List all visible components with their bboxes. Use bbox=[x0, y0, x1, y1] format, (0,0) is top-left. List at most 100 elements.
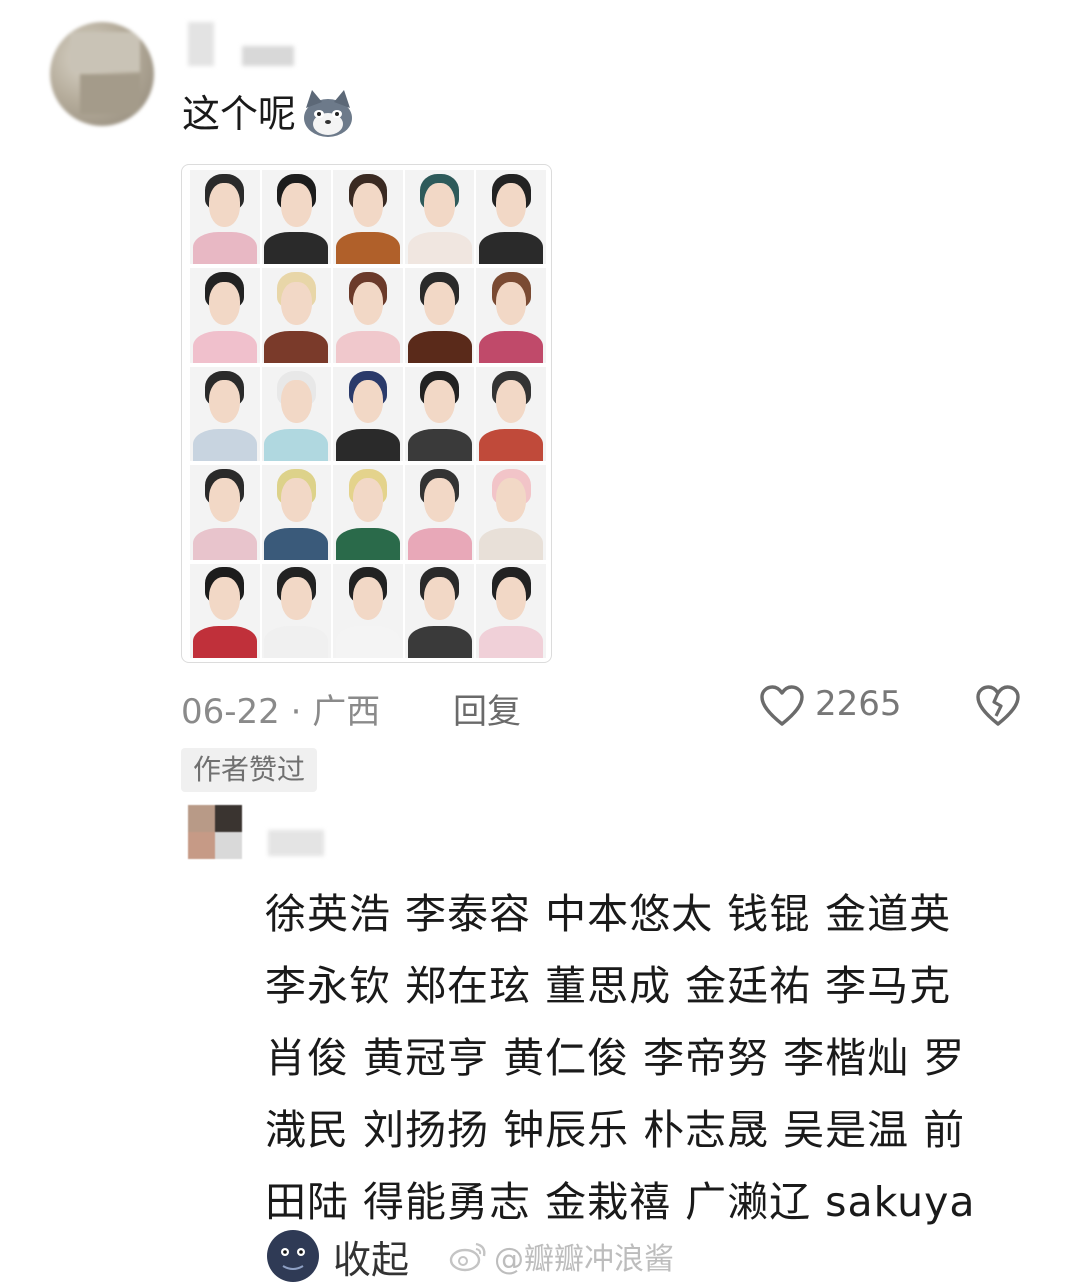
portrait-body bbox=[407, 330, 472, 363]
portrait-body bbox=[335, 429, 400, 462]
portrait-body bbox=[335, 232, 400, 265]
portrait-face bbox=[424, 380, 455, 424]
portrait-face bbox=[424, 576, 455, 621]
reply-name-blurred[interactable] bbox=[268, 830, 324, 856]
portrait-photo bbox=[190, 268, 260, 363]
portrait-face bbox=[281, 576, 312, 621]
portrait-body bbox=[192, 527, 257, 560]
portrait-photo bbox=[333, 563, 403, 658]
portrait-face bbox=[352, 478, 384, 522]
portrait-body bbox=[335, 625, 400, 658]
portrait-photo bbox=[404, 563, 475, 658]
portrait-body bbox=[192, 232, 257, 265]
portrait-face bbox=[352, 576, 384, 621]
portrait-face bbox=[281, 380, 312, 424]
collapse-label: 收起 bbox=[333, 1237, 410, 1282]
portrait-photo bbox=[333, 366, 403, 462]
portrait-face bbox=[352, 281, 384, 326]
portrait-photo bbox=[476, 465, 546, 560]
portrait-photo bbox=[404, 170, 475, 265]
portrait-body bbox=[479, 625, 544, 658]
commenter-name-blurred[interactable] bbox=[188, 22, 298, 70]
portrait-photo bbox=[404, 268, 475, 363]
portrait-photo bbox=[261, 366, 332, 462]
portrait-photo bbox=[476, 366, 546, 462]
watermark-text: @瓣瓣冲浪酱 bbox=[494, 1242, 674, 1277]
portrait-face bbox=[281, 478, 312, 522]
reply-text: 徐英浩 李泰容 中本悠太 钱锟 金道英 李永钦 郑在玹 董思成 金廷祐 李马克 … bbox=[265, 878, 1025, 1238]
portrait-body bbox=[264, 429, 329, 462]
portrait-photo bbox=[261, 563, 332, 658]
portrait-face bbox=[281, 281, 312, 326]
portrait-face bbox=[424, 281, 455, 326]
portrait-face bbox=[424, 183, 455, 227]
portrait-photo bbox=[404, 465, 475, 560]
portrait-photo bbox=[333, 268, 403, 363]
portrait-face bbox=[209, 380, 241, 424]
comment-image-grid[interactable] bbox=[181, 164, 552, 663]
comment-body: 这个呢 bbox=[182, 92, 297, 136]
portrait-body bbox=[407, 625, 472, 658]
reply-line: 李永钦 郑在玹 董思成 金廷祐 李马克 bbox=[265, 962, 952, 1010]
weibo-watermark: @瓣瓣冲浪酱 bbox=[448, 1236, 674, 1277]
portrait-face bbox=[495, 281, 527, 326]
comment-text: 这个呢 bbox=[182, 88, 356, 140]
comment-meta-row: 06-22 · 广西 回复 2265 bbox=[181, 682, 1041, 733]
portrait-face bbox=[209, 281, 241, 326]
portrait-photo bbox=[190, 170, 260, 265]
commenter-avatar[interactable] bbox=[50, 22, 154, 126]
portrait-photo bbox=[404, 366, 475, 462]
portrait-body bbox=[479, 527, 544, 560]
portrait-face bbox=[352, 380, 384, 424]
broken-heart-icon[interactable] bbox=[975, 684, 1021, 728]
moon-face-icon bbox=[267, 1230, 319, 1282]
reply-line: 肖俊 黄冠亨 黄仁俊 李帝努 李楷灿 罗 bbox=[265, 1034, 966, 1082]
portrait-photo bbox=[261, 465, 332, 560]
portrait-body bbox=[192, 625, 257, 658]
portrait-photo bbox=[333, 170, 403, 265]
portrait-face bbox=[281, 183, 312, 227]
collapse-button[interactable]: 收起 bbox=[265, 1228, 409, 1284]
portrait-photo bbox=[476, 563, 546, 658]
portrait-body bbox=[407, 527, 472, 560]
portrait-body bbox=[192, 429, 257, 462]
portrait-face bbox=[495, 478, 527, 522]
reply-line: 徐英浩 李泰容 中本悠太 钱锟 金道英 bbox=[265, 890, 952, 938]
wolf-emoji-icon bbox=[304, 90, 353, 137]
portrait-body bbox=[335, 527, 400, 560]
reply-avatar[interactable] bbox=[188, 805, 242, 859]
portrait-grid bbox=[190, 170, 546, 658]
reply-line: 渽民 刘扬扬 钟辰乐 朴志晟 吴是温 前 bbox=[265, 1106, 966, 1154]
portrait-face bbox=[495, 183, 527, 227]
portrait-face bbox=[495, 576, 527, 621]
portrait-body bbox=[264, 625, 329, 658]
portrait-face bbox=[424, 478, 455, 522]
portrait-photo bbox=[476, 170, 546, 265]
author-liked-badge: 作者赞过 bbox=[181, 748, 318, 792]
portrait-body bbox=[264, 232, 329, 265]
portrait-body bbox=[335, 330, 400, 363]
portrait-body bbox=[264, 527, 329, 560]
portrait-face bbox=[495, 380, 527, 424]
portrait-face bbox=[209, 576, 241, 621]
portrait-body bbox=[479, 330, 544, 363]
portrait-photo bbox=[261, 170, 332, 265]
portrait-photo bbox=[190, 563, 260, 658]
portrait-photo bbox=[333, 465, 403, 560]
portrait-body bbox=[192, 330, 257, 363]
portrait-body bbox=[407, 232, 472, 265]
portrait-photo bbox=[190, 465, 260, 560]
portrait-photo bbox=[261, 268, 332, 363]
date-location: 06-22 · 广西 bbox=[181, 692, 381, 732]
like-count: 2265 bbox=[815, 684, 902, 724]
heart-icon[interactable] bbox=[759, 684, 805, 728]
portrait-body bbox=[264, 330, 329, 363]
portrait-body bbox=[479, 232, 544, 265]
weibo-logo-icon bbox=[449, 1242, 486, 1272]
portrait-photo bbox=[476, 268, 546, 363]
reply-button[interactable]: 回复 bbox=[453, 684, 521, 733]
portrait-photo bbox=[190, 366, 260, 462]
portrait-face bbox=[352, 183, 384, 227]
portrait-face bbox=[209, 183, 241, 227]
portrait-body bbox=[407, 429, 472, 462]
